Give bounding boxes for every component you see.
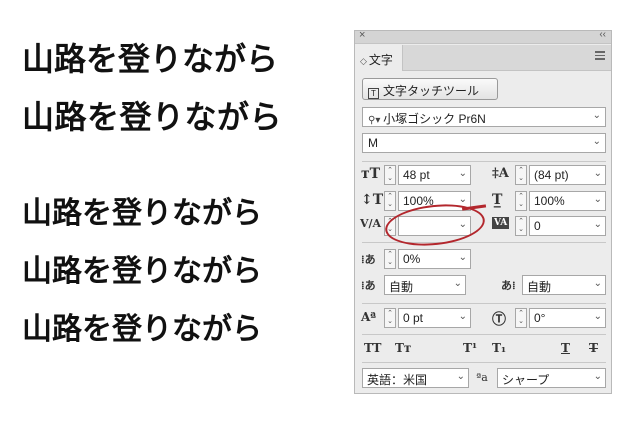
baseline-shift-value: 0 pt <box>403 311 424 325</box>
panel-menu-icon[interactable] <box>595 51 605 60</box>
horizontal-scale-stepper[interactable]: ⌃ ⌄ <box>515 191 527 211</box>
sample-text-line-3: 山路を登りながら <box>22 196 262 231</box>
aki-left-value: 自動 <box>389 280 414 294</box>
chevron-down-icon: ⌄ <box>458 252 467 263</box>
tsume-stepper[interactable]: ⌃ ⌄ <box>384 249 396 269</box>
font-size-value: 48 pt <box>403 168 430 182</box>
touch-tool-icon: T <box>368 88 379 99</box>
antialias-icon: ªa <box>476 371 488 384</box>
character-panel: × ‹‹ ◇ 文字 T 文字タッチツール ⚲▾ 小塚ゴシック Pr6N ⌄ M ⌄ … <box>354 29 612 394</box>
sample-text-line-2: 山路を登りながら <box>22 98 283 136</box>
chevron-down-icon: ⌄ <box>593 194 602 205</box>
leading-stepper[interactable]: ⌃ ⌄ <box>515 165 527 185</box>
subscript-button[interactable]: T₁ <box>492 341 506 355</box>
baseline-shift-field[interactable]: 0 pt ⌄ <box>398 308 471 328</box>
chevron-down-icon: ⌄ <box>453 278 462 289</box>
horizontal-scale-value: 100% <box>534 194 565 208</box>
font-style-value: M <box>368 136 378 150</box>
sample-text-line-1: 山路を登りながら <box>22 40 279 78</box>
divider <box>362 303 606 304</box>
tab-character[interactable]: ◇ 文字 <box>355 45 403 71</box>
chevron-down-icon: ⌄ <box>592 136 601 147</box>
horizontal-scale-icon: T̲ <box>492 192 503 208</box>
kerning-icon: V/A <box>360 217 382 230</box>
aki-right-value: 自動 <box>527 280 552 294</box>
divider <box>362 334 606 335</box>
divider <box>362 161 606 162</box>
vertical-scale-stepper[interactable]: ⌃ ⌄ <box>384 191 396 211</box>
panel-titlebar[interactable]: × ‹‹ <box>355 29 611 44</box>
antialias-select[interactable]: シャープ ⌄ <box>497 368 606 388</box>
tsume-value: 0% <box>403 252 421 266</box>
aki-left-select[interactable]: 自動 ⌄ <box>384 275 466 295</box>
character-touch-tool-button[interactable]: T 文字タッチツール <box>362 78 498 100</box>
divider <box>362 362 606 363</box>
chevron-down-icon: ⌄ <box>458 311 467 322</box>
collapse-icon[interactable]: ‹‹ <box>599 29 606 40</box>
tracking-stepper[interactable]: ⌃ ⌄ <box>515 216 527 236</box>
leading-icon: ‡A <box>492 166 509 181</box>
font-size-stepper[interactable]: ⌃ ⌄ <box>384 165 396 185</box>
font-size-field[interactable]: 48 pt ⌄ <box>398 165 471 185</box>
chevron-down-icon: ⌄ <box>593 371 602 382</box>
baseline-shift-icon: Aª <box>361 310 377 324</box>
tab-arrow-icon: ◇ <box>360 56 367 66</box>
aki-right-select[interactable]: 自動 ⌄ <box>522 275 606 295</box>
touch-tool-label: 文字タッチツール <box>383 84 480 98</box>
leading-field[interactable]: (84 pt) ⌄ <box>529 165 606 185</box>
aki-left-icon: ⁞あ <box>361 279 376 292</box>
sample-text-line-5: 山路を登りながら <box>22 312 262 347</box>
baseline-shift-stepper[interactable]: ⌃ ⌄ <box>384 308 396 328</box>
rotation-icon: Ⓣ <box>492 312 506 328</box>
strikethrough-button[interactable]: T <box>589 341 598 355</box>
rotation-stepper[interactable]: ⌃ ⌄ <box>515 308 527 328</box>
font-size-icon: ᴛT <box>361 166 381 182</box>
chevron-down-icon: ⌄ <box>592 110 601 121</box>
rotation-field[interactable]: 0° ⌄ <box>529 308 606 328</box>
font-family-select[interactable]: ⚲▾ 小塚ゴシック Pr6N ⌄ <box>362 107 606 127</box>
antialias-value: シャープ <box>502 373 550 387</box>
all-caps-button[interactable]: TT <box>364 341 381 355</box>
tab-label: 文字 <box>368 53 393 67</box>
search-icon: ⚲▾ <box>368 115 384 126</box>
aki-right-icon: あ⁞ <box>501 279 516 292</box>
vertical-scale-icon: ↕T <box>361 192 384 208</box>
font-family-value: 小塚ゴシック Pr6N <box>383 112 486 126</box>
tsume-icon: ⁞あ <box>361 253 376 266</box>
language-value: 英語：米国 <box>367 373 428 387</box>
font-style-select[interactable]: M ⌄ <box>362 133 606 153</box>
tracking-icon: VA <box>492 217 510 229</box>
close-icon[interactable]: × <box>359 29 365 41</box>
chevron-down-icon: ⌄ <box>593 168 602 179</box>
chevron-down-icon: ⌄ <box>458 168 467 179</box>
language-select[interactable]: 英語：米国 ⌄ <box>362 368 469 388</box>
small-caps-button[interactable]: Tт <box>395 341 411 355</box>
superscript-button[interactable]: T¹ <box>463 341 477 355</box>
tracking-value: 0 <box>534 219 541 233</box>
panel-tabbar: ◇ 文字 <box>355 45 611 71</box>
chevron-down-icon: ⌄ <box>593 311 602 322</box>
tracking-field[interactable]: 0 ⌄ <box>529 216 606 236</box>
leading-value: (84 pt) <box>534 168 569 182</box>
chevron-down-icon: ⌄ <box>593 278 602 289</box>
chevron-down-icon: ⌄ <box>458 194 467 205</box>
sample-text-line-4: 山路を登りながら <box>22 254 262 289</box>
horizontal-scale-field[interactable]: 100% ⌄ <box>529 191 606 211</box>
rotation-value: 0° <box>534 311 546 325</box>
tsume-field[interactable]: 0% ⌄ <box>398 249 471 269</box>
underline-button[interactable]: T <box>561 341 570 355</box>
chevron-down-icon: ⌄ <box>456 371 465 382</box>
chevron-down-icon: ⌄ <box>593 219 602 230</box>
